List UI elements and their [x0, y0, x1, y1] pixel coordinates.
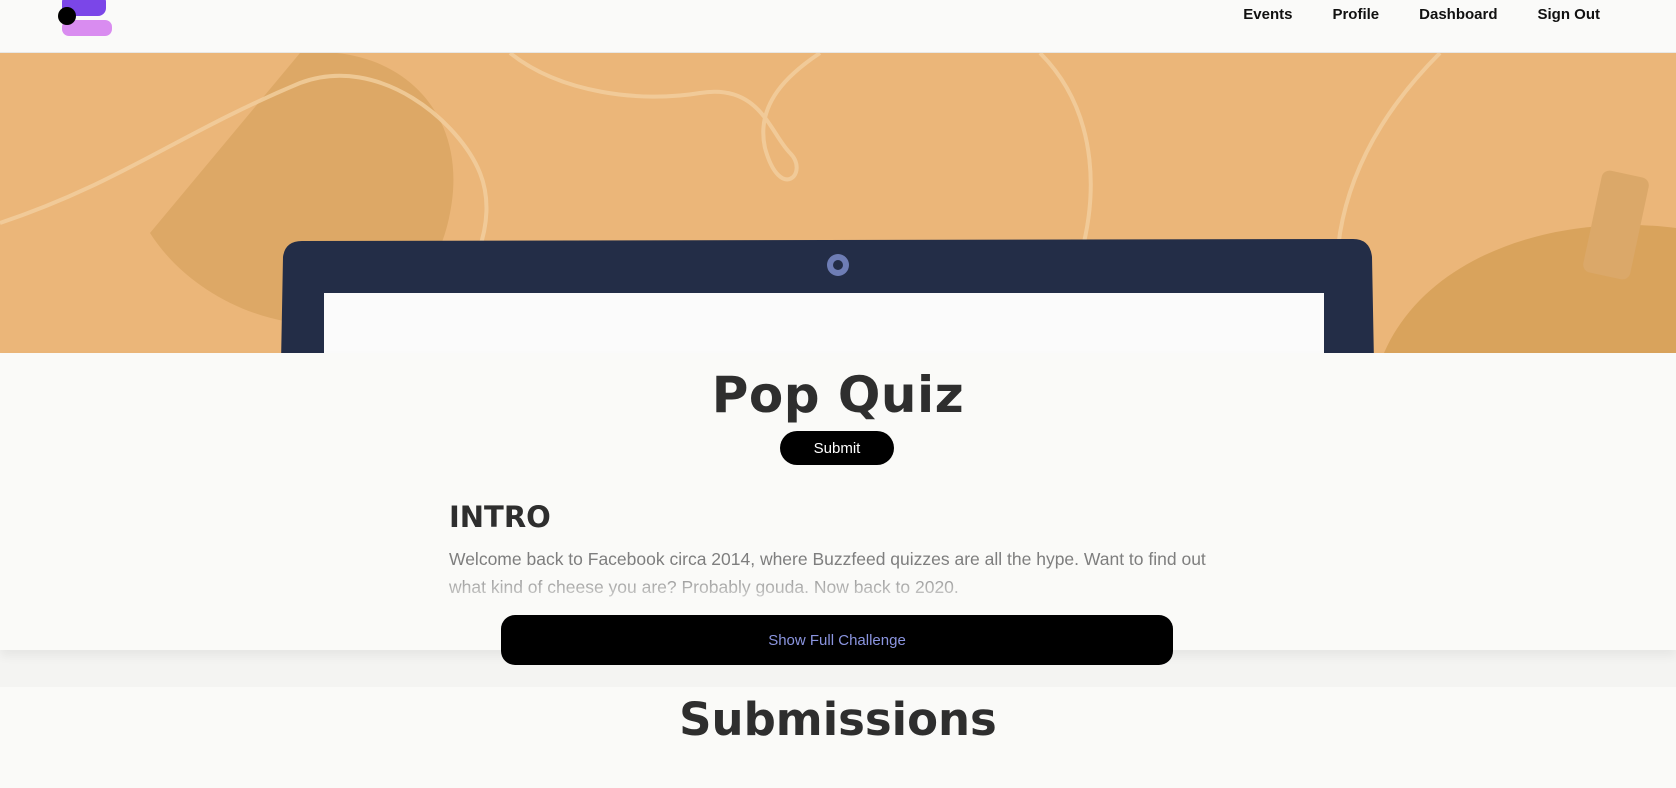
nav-profile-link[interactable]: Profile — [1332, 6, 1379, 23]
nav-events-link[interactable]: Events — [1243, 6, 1292, 23]
challenge-title: Pop Quiz — [711, 366, 965, 424]
section-heading-intro: INTRO — [449, 500, 551, 534]
main-nav: Events Profile Dashboard Sign Out — [1243, 6, 1600, 23]
text-fade-overlay — [440, 568, 1220, 608]
laptop-screen — [324, 293, 1324, 353]
nav-sign-out-link[interactable]: Sign Out — [1538, 6, 1601, 23]
challenge-card: Pop Quiz Submit INTRO Welcome back to Fa… — [0, 353, 1676, 665]
show-full-challenge-button[interactable]: Show Full Challenge — [501, 615, 1173, 665]
logo-icon[interactable] — [56, 0, 118, 40]
top-navbar: Events Profile Dashboard Sign Out — [0, 0, 1676, 53]
submissions-title: Submissions — [679, 693, 997, 746]
hero-banner — [0, 53, 1676, 353]
page: Events Profile Dashboard Sign Out Pop Qu… — [0, 0, 1676, 788]
nav-dashboard-link[interactable]: Dashboard — [1419, 6, 1497, 23]
submit-button[interactable]: Submit — [780, 431, 894, 465]
hero-illustration — [0, 53, 1676, 353]
submissions-section: Submissions — [0, 687, 1676, 788]
